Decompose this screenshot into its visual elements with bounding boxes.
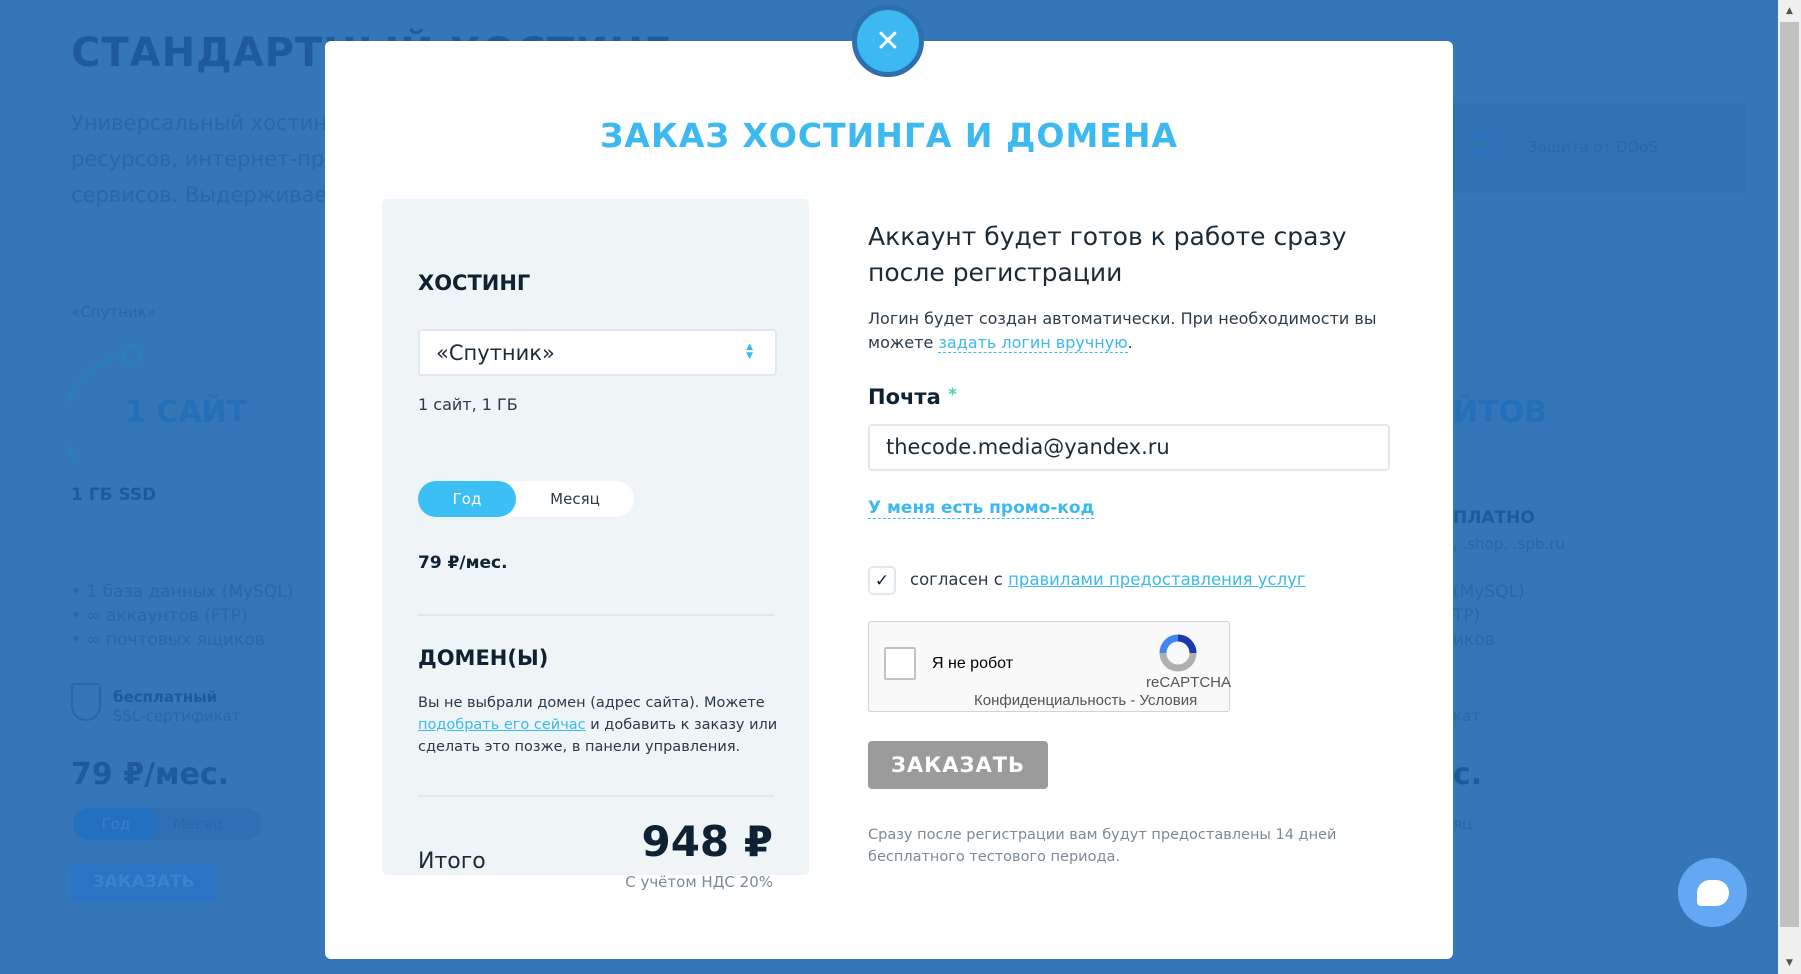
recaptcha-label: Я не робот — [932, 655, 1014, 672]
choose-domain-link[interactable]: подобрать его сейчас — [418, 717, 586, 733]
chat-bubble-icon — [1696, 879, 1729, 906]
period-toggle: Год Месяц — [418, 481, 634, 517]
ddos-card: Защита от DDoS — [1453, 103, 1746, 193]
plan-select-value: «Спутник» — [436, 341, 555, 365]
period-month[interactable]: Месяц — [516, 481, 634, 517]
modal-title: ЗАКАЗ ХОСТИНГА И ДОМЕНА — [599, 116, 1179, 155]
recaptcha-links[interactable]: Конфиденциальность - Условия — [974, 692, 1197, 709]
terms-link[interactable]: правилами предоставления услуг — [1008, 570, 1306, 589]
order-summary-panel: ХОСТИНГ «Спутник» ▲ ▼ 1 сайт, 1 ГБ Год Ме… — [382, 199, 809, 891]
total-amount: 948 ₽ — [641, 817, 773, 866]
close-icon: ✕ — [875, 23, 901, 59]
order-button[interactable]: ЗАКАЗАТЬ — [868, 741, 1048, 789]
page-description: Универсальный хостинг ресурсов, интернет… — [71, 105, 338, 213]
ddos-label: Защита от DDoS — [1528, 138, 1658, 156]
chat-button[interactable] — [1678, 858, 1747, 927]
feature-item: TP) — [1453, 606, 1481, 626]
order-modal: ЗАКАЗ ХОСТИНГА И ДОМЕНА ХОСТИНГ «Спутник… — [325, 41, 1453, 959]
select-arrows-icon: ▲ ▼ — [746, 342, 753, 361]
close-modal-button[interactable]: ✕ — [852, 5, 924, 77]
trial-note: Сразу после регистрации вам будут предос… — [868, 827, 1337, 865]
lock-icon — [1473, 133, 1499, 155]
total-label: Итого — [418, 849, 486, 874]
desc-line: ресурсов, интернет-пре — [71, 147, 337, 171]
bg-right-ssl: кат — [1453, 707, 1480, 725]
scrollbar-thumb[interactable] — [1780, 22, 1799, 927]
feature-item: • ∞ почтовых ящиков — [71, 630, 265, 650]
plan-sites: 1 САЙТ — [125, 395, 248, 430]
promo-code-link[interactable]: У меня есть промо-код — [868, 498, 1095, 519]
desc-line: сервисов. Выдерживае — [71, 183, 328, 207]
bg-toggle-month: Месяц — [173, 815, 223, 833]
scrollbar[interactable]: ▲ ▼ — [1778, 0, 1801, 974]
set-login-link[interactable]: задать логин вручную — [938, 333, 1128, 353]
bg-right-sites: ЙТОВ — [1453, 395, 1547, 430]
divider — [418, 614, 774, 616]
desc-line: Универсальный хостинг — [71, 111, 339, 135]
feature-list: • 1 база данных (MySQL) • ∞ аккаунтов (F… — [71, 580, 293, 652]
plan-select[interactable]: «Спутник» ▲ ▼ — [418, 329, 777, 376]
bg-right-price: с. — [1453, 757, 1483, 792]
recaptcha-widget: Я не робот reCAPTCHA Конфиденциальность … — [868, 621, 1232, 712]
feature-item: (MySQL) — [1453, 582, 1525, 602]
required-mark: * — [948, 385, 957, 405]
domain-text: Вы не выбрали домен (адрес сайта). Может… — [418, 695, 778, 755]
email-input[interactable]: thecode.media@yandex.ru — [868, 424, 1390, 471]
divider — [418, 795, 774, 797]
email-label: Почта * — [868, 385, 957, 409]
feature-item: • 1 база данных (MySQL) — [71, 582, 294, 602]
bg-right-free: ПЛАТНО — [1453, 508, 1535, 528]
recaptcha-checkbox[interactable] — [884, 647, 916, 680]
recaptcha-brand: reCAPTCHA — [1146, 674, 1232, 691]
plan-name: «Спутник» — [71, 303, 156, 321]
bg-right-features: (MySQL) TP) иков — [1453, 580, 1525, 652]
login-note: Логин будет создан автоматически. При не… — [868, 309, 1377, 353]
scroll-down-icon[interactable]: ▼ — [1778, 952, 1801, 974]
bg-toggle-year: Год — [73, 808, 159, 840]
recaptcha-logo-icon — [1159, 634, 1197, 672]
feature-item: • ∞ аккаунтов (FTP) — [71, 606, 248, 626]
bg-period-toggle: Год Месяц — [73, 808, 261, 840]
agree-checkbox[interactable]: ✓ — [868, 566, 896, 595]
plan-description: 1 сайт, 1 ГБ — [418, 395, 518, 414]
checkmark-icon: ✓ — [874, 570, 890, 591]
account-heading: Аккаунт будет готов к работе сразу после… — [868, 222, 1347, 287]
bg-right-domains: , .shop, .spb.ru — [1453, 535, 1565, 553]
plan-disk: 1 ГБ SSD — [71, 485, 157, 505]
vat-note: С учётом НДС 20% — [625, 873, 773, 891]
ssl-info: бесплатный SSL-сертификат — [113, 688, 241, 725]
feature-item: иков — [1453, 630, 1495, 650]
period-year[interactable]: Год — [418, 481, 516, 517]
agree-text: согласен с правилами предоставления услу… — [910, 570, 1306, 589]
bg-price: 79 ₽/мес. — [71, 757, 230, 792]
hosting-heading: ХОСТИНГ — [418, 271, 531, 295]
hosting-price: 79 ₽/мес. — [418, 553, 508, 573]
scroll-up-icon[interactable]: ▲ — [1778, 0, 1801, 22]
shield-icon — [71, 683, 101, 721]
domain-heading: ДОМЕН(Ы) — [418, 646, 549, 670]
bg-order-button: ЗАКАЗАТЬ — [71, 863, 216, 901]
bg-right-month: яц — [1453, 815, 1473, 833]
